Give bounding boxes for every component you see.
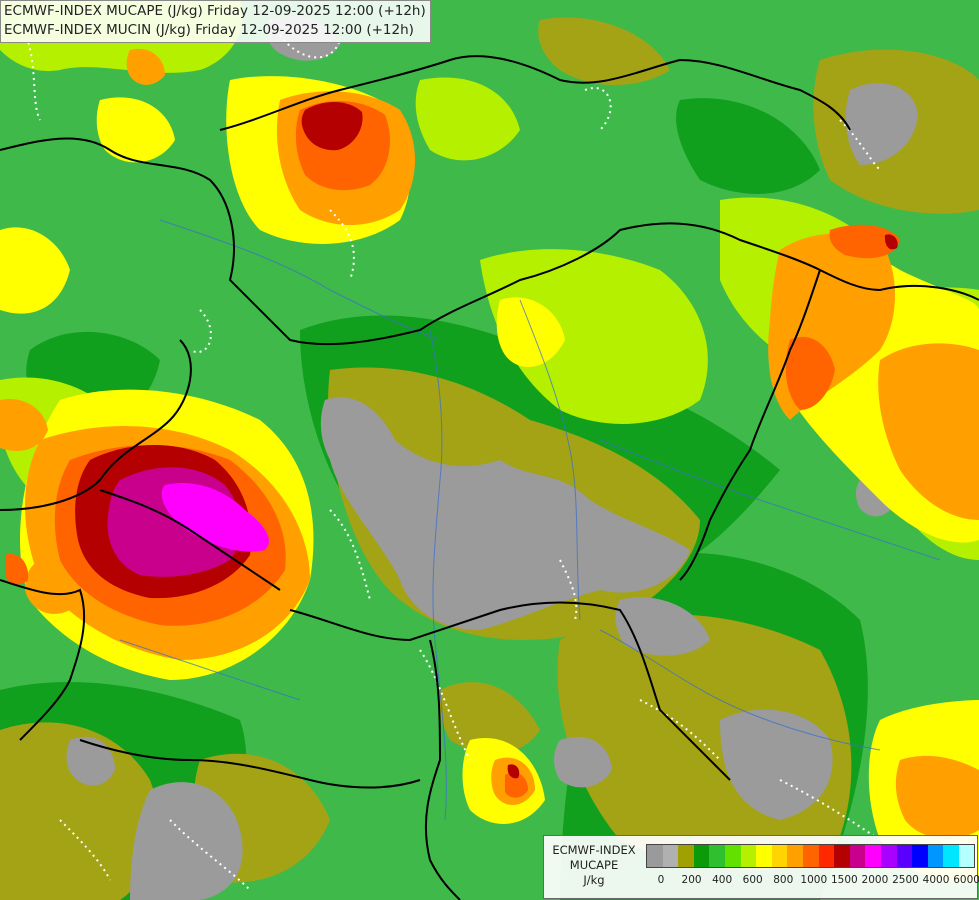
map-title: ECMWF-INDEX MUCAPE (J/kg) Friday 12-09-2… <box>0 0 431 43</box>
legend-tick-label: 1500 <box>830 874 858 886</box>
legend-swatch <box>709 845 725 867</box>
legend-swatch <box>647 845 663 867</box>
legend-tick-label: 2000 <box>861 874 889 886</box>
legend-swatch <box>787 845 803 867</box>
title-line-mucin: ECMWF-INDEX MUCIN (J/kg) Friday 12-09-20… <box>4 22 414 38</box>
legend-tick-label: 400 <box>712 874 733 886</box>
legend-model: ECMWF-INDEX <box>552 843 636 857</box>
legend-tick-label: 0 <box>657 874 665 886</box>
legend-swatch <box>662 845 679 867</box>
legend-tick-label: 800 <box>773 874 794 886</box>
legend-tick-label: 4000 <box>922 874 950 886</box>
legend-swatch <box>802 845 819 867</box>
legend-swatch <box>818 845 835 867</box>
legend-swatch <box>880 845 897 867</box>
legend-swatch <box>693 845 710 867</box>
legend-swatch <box>678 845 694 867</box>
legend-swatch <box>958 845 975 867</box>
legend-tick-label: 6000 <box>953 874 979 886</box>
legend-tick-label: 2500 <box>892 874 919 886</box>
legend-swatch <box>834 845 850 867</box>
legend-ticks: 0 200 400 600 800 1000 1500 2000 2500 4000 6000 <box>646 874 979 890</box>
legend-swatch <box>740 845 757 867</box>
legend-tick-label: 1000 <box>800 874 828 886</box>
title-line-mucape: ECMWF-INDEX MUCAPE (J/kg) Friday 12-09-2… <box>4 3 426 19</box>
legend-swatch <box>724 845 741 867</box>
legend-swatch <box>927 845 944 867</box>
weather-map <box>0 0 979 900</box>
legend-parameter: MUCAPE <box>569 858 619 872</box>
legend-swatch <box>849 845 866 867</box>
color-legend: ECMWF-INDEX MUCAPE J/kg 0 200 400 600 800 100… <box>543 835 979 899</box>
legend-swatch <box>756 845 772 867</box>
legend-title: ECMWF-INDEX MUCAPE J/kg <box>550 843 638 888</box>
legend-swatch <box>943 845 959 867</box>
legend-tick-label: 600 <box>742 874 763 886</box>
legend-unit: J/kg <box>583 873 605 887</box>
legend-swatch <box>896 845 913 867</box>
legend-swatches <box>646 844 976 868</box>
legend-swatch <box>912 845 928 867</box>
legend-swatch <box>771 845 788 867</box>
legend-tick-label: 200 <box>681 874 702 886</box>
legend-swatch <box>865 845 881 867</box>
